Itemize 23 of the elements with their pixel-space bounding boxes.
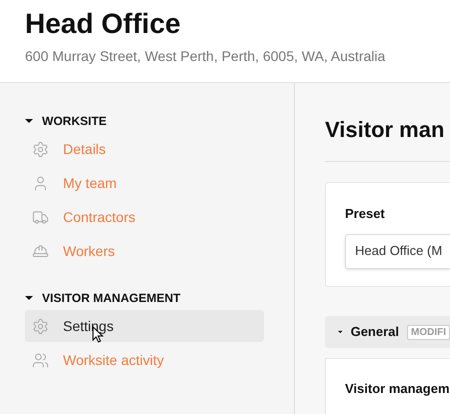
section-header[interactable]: General MODIFI [325, 316, 450, 348]
caret-icon [338, 328, 343, 336]
modified-badge: MODIFI [407, 324, 450, 340]
section-heading: VISITOR MANAGEMENT [42, 290, 180, 307]
page-title: Head Office [25, 7, 182, 41]
section-title: Visitor man [325, 116, 446, 144]
address-text: 600 Murray Street, West Perth, Perth, 6005, WA, Australia [25, 47, 386, 66]
sidebar-item[interactable]: Workers [25, 235, 264, 267]
sidebar-item[interactable]: Settings [25, 310, 264, 342]
user-icon [32, 174, 49, 192]
card-title: Visitor managem [345, 380, 450, 398]
preset-label: Preset [345, 205, 386, 223]
section-heading: WORKSITE [42, 113, 107, 130]
sidebar-item[interactable]: Details [25, 133, 264, 165]
sidebar-item[interactable]: Worksite activity [25, 344, 264, 376]
settings-icon [32, 318, 49, 334]
hard-hat-icon [32, 242, 49, 260]
people-icon [32, 352, 49, 368]
sidebar-item[interactable]: My team [25, 167, 264, 199]
preset-select[interactable]: Head Office (M [345, 234, 450, 268]
sidebar-item[interactable]: Contractors [25, 201, 264, 233]
settings-icon [32, 140, 49, 158]
truck-icon [32, 208, 49, 226]
